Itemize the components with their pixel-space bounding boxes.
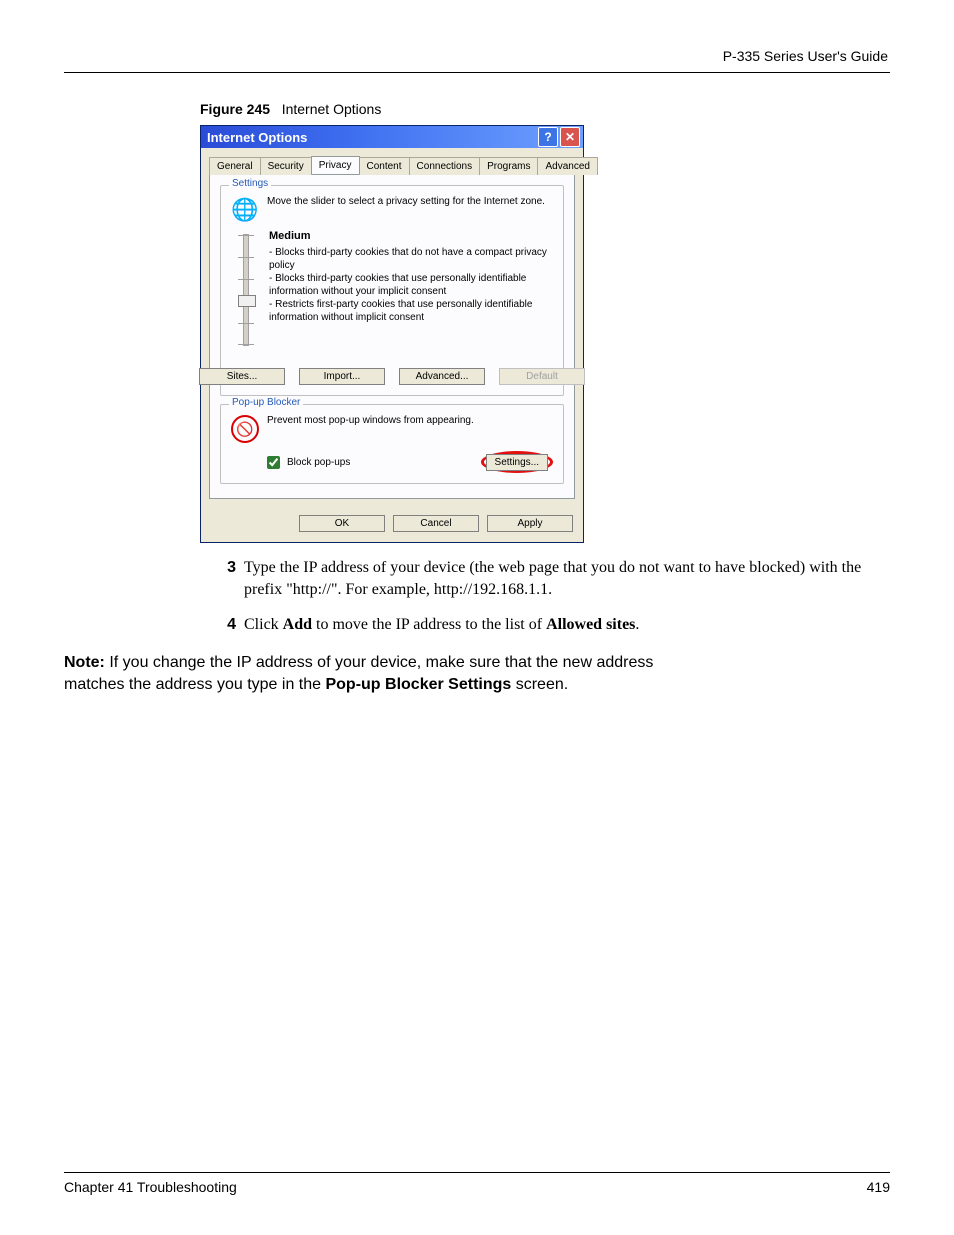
settings-instruction: Move the slider to select a privacy sett… xyxy=(267,196,545,207)
popup-text: Prevent most pop-up windows from appeari… xyxy=(267,415,474,426)
sites-button[interactable]: Sites... xyxy=(199,368,285,385)
internet-options-dialog: Internet Options ? ✕ General Security Pr… xyxy=(200,125,584,543)
note-line-1: Note: If you change the IP address of yo… xyxy=(64,652,890,674)
tab-general[interactable]: General xyxy=(209,157,261,175)
popup-settings-button[interactable]: Settings... xyxy=(486,454,548,471)
globe-icon: 🌐 xyxy=(231,196,259,224)
block-popups-input[interactable] xyxy=(267,456,280,469)
blocker-icon: 🚫 xyxy=(231,415,259,443)
settings-group: Settings 🌐 Move the slider to select a p… xyxy=(220,185,564,396)
titlebar: Internet Options ? ✕ xyxy=(201,126,583,148)
slider-thumb[interactable] xyxy=(238,295,256,307)
header-guide-title: P-335 Series User's Guide xyxy=(64,48,890,64)
privacy-desc-1: - Blocks third-party cookies that do not… xyxy=(269,246,553,272)
tab-strip: General Security Privacy Content Connect… xyxy=(201,148,583,174)
dialog-footer: OK Cancel Apply xyxy=(201,507,583,542)
tab-content[interactable]: Content xyxy=(359,157,410,175)
block-popups-checkbox[interactable]: Block pop-ups xyxy=(263,453,350,472)
popup-legend: Pop-up Blocker xyxy=(229,397,303,408)
step-3-number: 3 xyxy=(220,557,236,600)
privacy-desc-2: - Blocks third-party cookies that use pe… xyxy=(269,272,553,298)
footer-page: 419 xyxy=(867,1179,890,1195)
highlight-circle: Settings... xyxy=(481,451,553,473)
step-4-number: 4 xyxy=(220,614,236,636)
import-button[interactable]: Import... xyxy=(299,368,385,385)
advanced-button[interactable]: Advanced... xyxy=(399,368,485,385)
step-3-text: Type the IP address of your device (the … xyxy=(244,557,890,600)
figure-caption: Figure 245 Internet Options xyxy=(200,101,890,117)
apply-button[interactable]: Apply xyxy=(487,515,573,532)
privacy-level: Medium xyxy=(269,230,553,242)
tab-connections[interactable]: Connections xyxy=(409,157,481,175)
settings-legend: Settings xyxy=(229,178,271,189)
figure-caption-text: Internet Options xyxy=(282,101,382,117)
ok-button[interactable]: OK xyxy=(299,515,385,532)
tab-security[interactable]: Security xyxy=(260,157,312,175)
figure-label: Figure 245 xyxy=(200,101,270,117)
dialog-title: Internet Options xyxy=(207,130,536,145)
tab-panel-privacy: Settings 🌐 Move the slider to select a p… xyxy=(209,174,575,499)
default-button: Default xyxy=(499,368,585,385)
note-line-2: matches the address you type in the Pop-… xyxy=(64,674,890,696)
step-3: 3 Type the IP address of your device (th… xyxy=(220,557,890,600)
tab-programs[interactable]: Programs xyxy=(479,157,538,175)
privacy-desc-3: - Restricts first-party cookies that use… xyxy=(269,298,553,324)
tab-advanced[interactable]: Advanced xyxy=(537,157,597,175)
cancel-button[interactable]: Cancel xyxy=(393,515,479,532)
header-rule xyxy=(64,72,890,73)
step-4-text: Click Add to move the IP address to the … xyxy=(244,614,890,636)
popup-blocker-group: Pop-up Blocker 🚫 Prevent most pop-up win… xyxy=(220,404,564,484)
footer-rule xyxy=(64,1172,890,1173)
privacy-slider[interactable] xyxy=(231,230,261,350)
page-footer: Chapter 41 Troubleshooting 419 xyxy=(64,1172,890,1195)
footer-chapter: Chapter 41 Troubleshooting xyxy=(64,1179,237,1195)
help-icon[interactable]: ? xyxy=(538,127,558,147)
step-4: 4 Click Add to move the IP address to th… xyxy=(220,614,890,636)
block-popups-label: Block pop-ups xyxy=(287,457,350,468)
close-icon[interactable]: ✕ xyxy=(560,127,580,147)
tab-privacy[interactable]: Privacy xyxy=(311,156,360,174)
